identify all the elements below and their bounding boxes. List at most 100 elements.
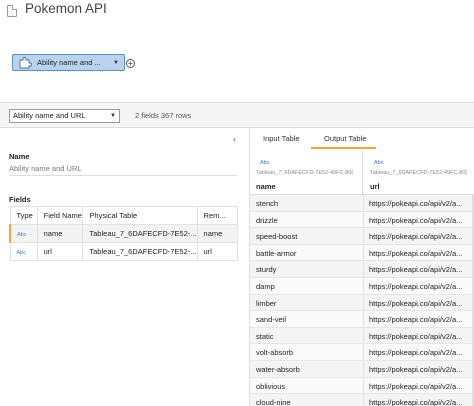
column-header-field-name[interactable]: Field Name <box>36 206 84 225</box>
table-row[interactable]: oblivious https://pokeapi.co/api/v2/a... <box>250 377 474 395</box>
name-cell: speed-boost <box>256 232 298 242</box>
remote-name-cell: name <box>196 224 239 243</box>
string-type-icon: Abc <box>374 160 384 166</box>
column-source: Tableau_7_6DAFECFD-7E52-49FC-80( <box>370 170 468 176</box>
fields-table: Type Field Name Physical Table Rem... Ab… <box>8 206 239 261</box>
string-type-icon: Abc <box>17 232 27 238</box>
column-divider <box>363 228 364 244</box>
step-select-value: Ability name and URL <box>13 111 86 120</box>
active-tab-indicator <box>311 147 376 149</box>
name-cell: cloud-nine <box>256 398 291 406</box>
flow-canvas[interactable]: Ability name and ... ▼ + <box>0 30 474 102</box>
step-toolbar: Ability name and URL ▼ 2 fields 367 rows <box>0 102 474 128</box>
table-row[interactable]: Abc name Tableau_7_6DAFECFD-7E52-... nam… <box>8 224 239 243</box>
table-row[interactable]: water-absorb https://pokeapi.co/api/v2/a.… <box>250 360 474 378</box>
url-cell: https://pokeapi.co/api/v2/a... <box>369 348 463 358</box>
name-cell: sturdy <box>256 265 277 275</box>
name-cell: battle-armor <box>256 248 297 258</box>
step-select[interactable]: Ability name and URL ▼ <box>9 109 120 123</box>
field-name-cell: name <box>36 224 84 243</box>
table-row[interactable]: battle-armor https://pokeapi.co/api/v2/a.… <box>250 244 474 262</box>
column-header-type[interactable]: Type <box>9 206 38 225</box>
name-cell: damp <box>256 281 275 291</box>
name-cell: sand-veil <box>256 315 287 325</box>
column-divider <box>363 311 364 327</box>
data-grid[interactable]: Abc Tableau_7_6DAFECFD-7E52-49FC-80( nam… <box>250 150 474 406</box>
table-row[interactable]: stench https://pokeapi.co/api/v2/a... <box>250 195 474 212</box>
flow-node-label: Ability name and ... <box>37 58 101 67</box>
column-divider <box>363 344 364 360</box>
column-source: Tableau_7_6DAFECFD-7E52-49FC-80( <box>256 170 354 176</box>
url-cell: https://pokeapi.co/api/v2/a... <box>369 331 463 341</box>
column-divider <box>363 277 364 294</box>
step-settings-panel: ‹ Name Fields Type Field Name Physical T… <box>0 128 247 406</box>
name-cell: oblivious <box>256 381 286 391</box>
column-field-name: url <box>370 182 380 191</box>
name-cell: limber <box>256 298 277 308</box>
step-name-input[interactable] <box>9 162 237 176</box>
column-divider <box>363 261 364 277</box>
name-label: Name <box>9 152 30 161</box>
column-divider <box>363 294 364 311</box>
name-cell: water-absorb <box>256 364 300 374</box>
string-type-icon: Abc <box>260 160 270 166</box>
preview-tabs: Input Table Output Table <box>250 128 474 150</box>
table-row[interactable]: drizzle https://pokeapi.co/api/v2/a... <box>250 211 474 229</box>
puzzle-icon <box>17 56 33 69</box>
table-row[interactable]: sand-veil https://pokeapi.co/api/v2/a... <box>250 311 474 328</box>
table-row[interactable]: Abc url Tableau_7_6DAFECFD-7E52-... url <box>9 242 239 261</box>
app-header: Pokemon API <box>0 0 474 30</box>
tab-output-table[interactable]: Output Table <box>324 134 366 143</box>
table-row[interactable]: cloud-nine https://pokeapi.co/api/v2/a... <box>250 394 474 406</box>
column-field-name: name <box>256 182 276 191</box>
url-cell: https://pokeapi.co/api/v2/a... <box>369 215 463 225</box>
collapse-left-icon[interactable]: ‹ <box>233 134 236 144</box>
table-row[interactable]: static https://pokeapi.co/api/v2/a... <box>250 327 474 345</box>
url-cell: https://pokeapi.co/api/v2/a... <box>369 281 463 291</box>
grid-rows: stench https://pokeapi.co/api/v2/a... driz… <box>250 195 474 406</box>
table-row[interactable]: speed-boost https://pokeapi.co/api/v2/a..… <box>250 228 474 245</box>
string-type-icon: Abc <box>16 250 26 256</box>
column-divider <box>363 394 364 406</box>
name-cell: stench <box>256 199 279 208</box>
column-divider <box>363 211 364 228</box>
flow-node-ability[interactable]: Ability name and ... ▼ <box>12 54 125 71</box>
document-icon <box>7 5 17 17</box>
url-cell: https://pokeapi.co/api/v2/a... <box>369 248 463 258</box>
tab-input-table[interactable]: Input Table <box>263 134 300 143</box>
chevron-down-icon: ▼ <box>110 113 116 119</box>
fields-label: Fields <box>9 195 31 204</box>
app-title: Pokemon API <box>25 1 107 16</box>
field-name-cell: url <box>36 242 84 261</box>
table-row[interactable]: volt-absorb https://pokeapi.co/api/v2/a..… <box>250 344 474 361</box>
name-cell: volt-absorb <box>256 348 294 358</box>
url-cell: https://pokeapi.co/api/v2/a... <box>369 232 463 242</box>
table-row[interactable]: sturdy https://pokeapi.co/api/v2/a... <box>250 261 474 278</box>
column-divider <box>363 377 364 394</box>
column-header-physical-table[interactable]: Physical Table <box>82 206 198 225</box>
url-cell: https://pokeapi.co/api/v2/a... <box>369 199 463 208</box>
chevron-down-icon[interactable]: ▼ <box>113 60 119 66</box>
column-divider <box>363 327 364 344</box>
name-cell: static <box>256 331 274 341</box>
url-cell: https://pokeapi.co/api/v2/a... <box>369 381 463 391</box>
url-cell: https://pokeapi.co/api/v2/a... <box>369 315 463 325</box>
name-cell: drizzle <box>256 215 278 225</box>
field-row-stats: 2 fields 367 rows <box>135 111 192 120</box>
column-header-remote[interactable]: Rem... <box>196 206 239 225</box>
column-header-url[interactable]: Abc Tableau_7_6DAFECFD-7E52-49FC-80( url <box>364 150 474 195</box>
url-cell: https://pokeapi.co/api/v2/a... <box>369 364 463 374</box>
url-cell: https://pokeapi.co/api/v2/a... <box>369 265 463 275</box>
column-divider <box>363 360 364 377</box>
table-row[interactable]: limber https://pokeapi.co/api/v2/a... <box>250 294 474 312</box>
remote-name-cell: url <box>196 242 239 261</box>
column-divider <box>363 195 364 211</box>
table-row[interactable]: damp https://pokeapi.co/api/v2/a... <box>250 277 474 295</box>
add-step-icon[interactable]: + <box>126 59 135 68</box>
column-header-name[interactable]: Abc Tableau_7_6DAFECFD-7E52-49FC-80( nam… <box>250 150 363 195</box>
physical-table-cell: Tableau_7_6DAFECFD-7E52-... <box>82 224 198 243</box>
url-cell: https://pokeapi.co/api/v2/a... <box>369 298 463 308</box>
data-preview-panel: Input Table Output Table Abc Tableau_7_6… <box>249 128 474 406</box>
grid-header: Abc Tableau_7_6DAFECFD-7E52-49FC-80( nam… <box>250 150 474 195</box>
physical-table-cell: Tableau_7_6DAFECFD-7E52-... <box>82 242 198 261</box>
